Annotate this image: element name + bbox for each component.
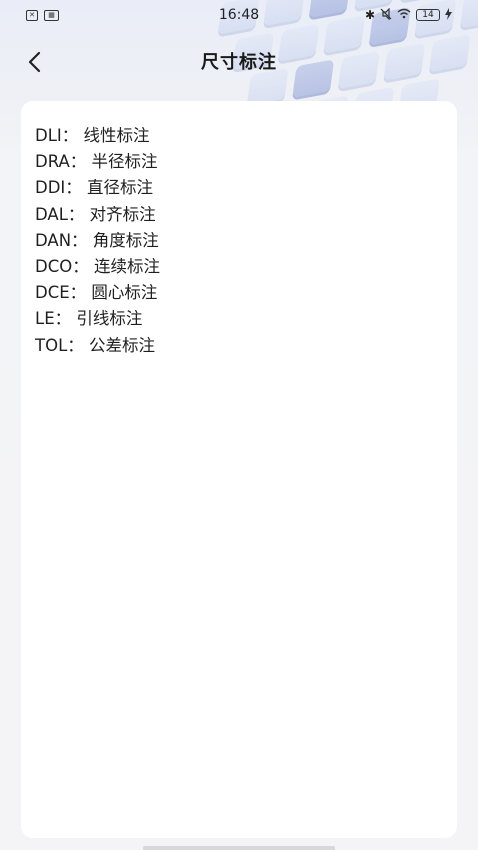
list-item-tol: TOL： 公差标注	[35, 335, 156, 355]
screen: ✕ ▦ 16:48 ✱ 14 尺寸标注 DLI： 线性标注 DRA： 半径标注 …	[0, 0, 478, 850]
chevron-left-icon	[28, 51, 41, 73]
status-time: 16:48	[218, 7, 260, 23]
status-bar: ✕ ▦ 16:48 ✱ 14	[0, 0, 478, 30]
back-button[interactable]	[20, 48, 48, 76]
content-card: DLI： 线性标注 DRA： 半径标注 DDI： 直径标注 DAL： 对齐标注 …	[21, 101, 457, 838]
home-indicator[interactable]	[143, 846, 335, 850]
list-item-dce: DCE： 圆心标注	[35, 283, 158, 303]
list-item-dal: DAL： 对齐标注	[35, 204, 156, 224]
list-item-ddi: DDI： 直径标注	[35, 178, 154, 198]
list-item-dra: DRA： 半径标注	[35, 152, 158, 172]
page-title: 尺寸标注	[201, 52, 277, 73]
header: 尺寸标注	[0, 40, 478, 82]
list-item-dco: DCO： 连续标注	[35, 257, 160, 277]
list-item-dli: DLI： 线性标注	[35, 126, 150, 145]
list-item-le: LE： 引线标注	[35, 309, 143, 329]
list-item-dan: DAN： 角度标注	[35, 230, 159, 250]
